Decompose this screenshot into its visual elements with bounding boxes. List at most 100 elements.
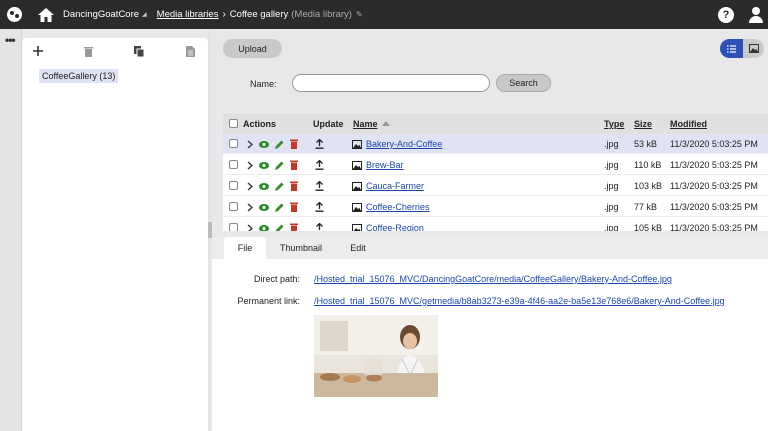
view-icon[interactable] — [259, 140, 269, 148]
col-size[interactable]: Size — [634, 114, 652, 134]
upload-icon[interactable] — [315, 160, 324, 170]
help-button[interactable]: ? — [718, 6, 734, 23]
upload-icon[interactable] — [315, 181, 324, 191]
new-folder-button[interactable] — [31, 44, 45, 58]
tab-file[interactable]: File — [224, 237, 266, 259]
breadcrumb-separator-icon: › — [222, 9, 226, 20]
file-modified: 11/3/2020 5:03:25 PM — [670, 160, 758, 170]
image-preview — [314, 315, 438, 397]
row-checkbox[interactable] — [229, 202, 238, 211]
copy-icon — [134, 45, 144, 57]
home-icon — [38, 7, 54, 22]
chevron-right-icon[interactable] — [247, 181, 253, 191]
delete-icon[interactable] — [290, 160, 298, 170]
file-name-link[interactable]: Brew-Bar — [366, 155, 404, 175]
user-icon[interactable] — [748, 6, 764, 23]
file-modified: 11/3/2020 5:03:25 PM — [670, 139, 758, 149]
top-bar: DancingGoatCore ◢ Media libraries › Coff… — [0, 0, 768, 29]
permanent-link-link[interactable]: /Hosted_trial_15076_MVC/getmedia/b8ab327… — [314, 296, 725, 306]
upload-button[interactable]: Upload — [223, 39, 282, 58]
name-filter-input[interactable] — [292, 74, 490, 92]
list-view-icon — [727, 44, 736, 53]
view-icon[interactable] — [259, 203, 269, 211]
app-logo[interactable] — [0, 0, 29, 29]
edit-icon[interactable] — [275, 161, 284, 170]
pin-icon[interactable]: ✎ — [356, 10, 363, 19]
table-row[interactable]: Coffee-Cherries .jpg 77 kB 11/3/2020 5:03:2… — [223, 197, 768, 217]
edit-icon[interactable] — [275, 182, 284, 191]
folder-tree-panel: CoffeeGallery (13) — [22, 38, 208, 431]
delete-icon[interactable] — [290, 181, 298, 191]
site-caret-icon[interactable]: ◢ — [142, 11, 147, 18]
delete-icon[interactable] — [290, 202, 298, 212]
edit-icon[interactable] — [275, 224, 284, 232]
col-type[interactable]: Type — [604, 114, 624, 134]
tab-edit[interactable]: Edit — [340, 237, 376, 259]
chevron-right-icon[interactable] — [247, 160, 253, 170]
image-file-icon — [352, 139, 362, 149]
main-content: Upload Name: Search Actions Update Name … — [212, 29, 768, 431]
plus-icon — [33, 46, 43, 56]
view-icon[interactable] — [259, 224, 269, 232]
table-row[interactable]: Brew-Bar .jpg 110 kB 11/3/2020 5:03:25 PM — [223, 155, 768, 175]
row-checkbox[interactable] — [229, 139, 238, 148]
table-row[interactable]: Cauca-Farmer .jpg 103 kB 11/3/2020 5:03:25 … — [223, 176, 768, 196]
chevron-right-icon[interactable] — [247, 223, 253, 232]
file-type: .jpg — [604, 139, 619, 149]
file-size: 53 kB — [634, 139, 658, 149]
home-button[interactable] — [35, 0, 57, 29]
upload-icon[interactable] — [315, 139, 324, 149]
sort-ascending-icon — [381, 121, 390, 126]
bakery-photo — [314, 315, 438, 397]
edit-icon[interactable] — [275, 203, 284, 212]
delete-icon[interactable] — [290, 139, 298, 149]
move-folder-button[interactable] — [183, 44, 197, 58]
view-icon[interactable] — [259, 182, 269, 190]
tab-thumbnail[interactable]: Thumbnail — [274, 237, 328, 259]
more-options-icon[interactable]: ••• — [5, 34, 16, 46]
upload-icon[interactable] — [315, 202, 324, 212]
media-grid: Actions Update Name Type Size Modified B… — [223, 114, 768, 231]
tile-view-button[interactable] — [743, 39, 764, 58]
tree-item-coffeegallery[interactable]: CoffeeGallery (13) — [39, 69, 119, 83]
upload-icon[interactable] — [315, 223, 324, 231]
direct-path-label: Direct path: — [253, 274, 300, 284]
col-modified[interactable]: Modified — [670, 114, 707, 134]
grid-header: Actions Update Name Type Size Modified — [223, 114, 768, 134]
breadcrumb-media-libraries[interactable]: Media libraries — [157, 9, 219, 20]
col-name[interactable]: Name — [353, 114, 390, 134]
logo-icon — [7, 7, 22, 22]
breadcrumb-type: (Media library) — [291, 9, 352, 20]
file-name-link[interactable]: Coffee-Cherries — [366, 197, 429, 217]
row-checkbox[interactable] — [229, 181, 238, 190]
edit-icon[interactable] — [275, 140, 284, 149]
file-type: .jpg — [604, 181, 619, 191]
breadcrumb-current: Coffee gallery — [229, 9, 289, 20]
row-checkbox[interactable] — [229, 223, 238, 231]
col-actions: Actions — [243, 119, 277, 129]
copy-folder-button[interactable] — [132, 44, 146, 58]
search-button[interactable]: Search — [496, 74, 551, 92]
direct-path-link[interactable]: /Hosted_trial_15076_MVC/DancingGoatCore/… — [314, 274, 672, 284]
chevron-right-icon[interactable] — [247, 202, 253, 212]
delete-folder-button[interactable] — [81, 44, 95, 58]
view-icon[interactable] — [259, 161, 269, 169]
col-update: Update — [313, 119, 344, 129]
image-view-icon — [748, 44, 759, 53]
chevron-right-icon[interactable] — [247, 139, 253, 149]
list-view-button[interactable] — [720, 39, 743, 58]
file-name-link[interactable]: Coffee-Region — [366, 218, 424, 231]
table-row[interactable]: Bakery-And-Coffee .jpg 53 kB 11/3/2020 5:03… — [223, 134, 768, 154]
col-name-label[interactable]: Name — [353, 119, 378, 129]
delete-icon[interactable] — [290, 223, 298, 231]
select-all-checkbox[interactable] — [229, 119, 238, 128]
image-file-icon — [352, 202, 362, 212]
permanent-link-label: Permanent link: — [237, 296, 300, 306]
row-checkbox[interactable] — [229, 160, 238, 169]
site-selector[interactable]: DancingGoatCore — [63, 9, 139, 20]
table-row[interactable]: Coffee-Region .jpg 105 kB 11/3/2020 5:03:25… — [223, 218, 768, 231]
file-name-link[interactable]: Bakery-And-Coffee — [366, 134, 442, 154]
trash-icon — [83, 46, 93, 57]
file-name-link[interactable]: Cauca-Farmer — [366, 176, 424, 196]
file-size: 105 kB — [634, 223, 663, 231]
